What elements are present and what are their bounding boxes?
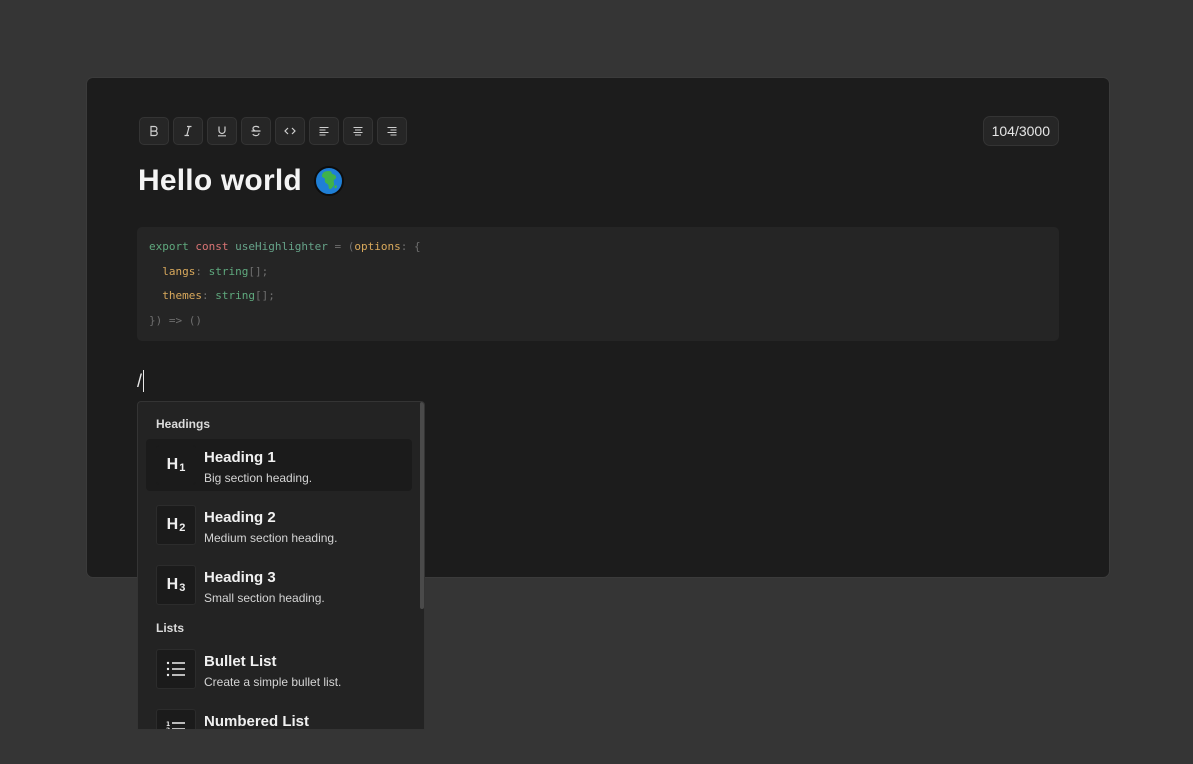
code-token-type: string	[208, 264, 249, 278]
italic-button[interactable]	[173, 117, 203, 145]
heading-3-icon: H3	[156, 565, 196, 605]
slash-command-menu[interactable]: Headings H1 Heading 1 Big section headin…	[137, 401, 425, 730]
code-token-property: langs	[162, 264, 196, 278]
svg-text:2: 2	[166, 727, 170, 730]
bullet-list-icon	[156, 649, 196, 689]
menu-item-title: Heading 3	[204, 569, 276, 586]
menu-item-description: Small section heading.	[204, 591, 325, 605]
strikethrough-button[interactable]	[241, 117, 271, 145]
code-token-punctuation: : {	[400, 240, 421, 253]
code-line: langs: string[];	[149, 264, 1047, 289]
underline-button[interactable]	[207, 117, 237, 145]
code-line: }) => ()	[149, 313, 1047, 338]
bold-button[interactable]	[139, 117, 169, 145]
menu-item-description: Big section heading.	[204, 471, 313, 485]
menu-group-headings: Headings	[156, 417, 211, 431]
code-button[interactable]	[275, 117, 305, 145]
menu-item-title: Heading 1	[204, 449, 276, 466]
title-text: Hello world	[138, 164, 302, 197]
menu-group-lists: Lists	[156, 621, 185, 635]
code-token-const: const	[195, 240, 229, 253]
code-token-function: useHighlighter	[235, 240, 328, 253]
heading-2-icon: H2	[156, 505, 196, 545]
strikethrough-icon	[251, 125, 261, 137]
text-caret	[143, 370, 145, 392]
code-line: export const useHighlighter = (options: …	[149, 239, 1047, 264]
italic-icon	[184, 125, 192, 137]
bold-icon	[150, 125, 158, 137]
code-token-property: themes	[162, 289, 202, 303]
code-icon	[284, 127, 296, 135]
menu-item-description: Create a simple bullet list.	[204, 675, 342, 689]
globe-africa-icon	[313, 166, 344, 196]
menu-item-numbered-list[interactable]: 12 Numbered List	[146, 703, 412, 730]
code-block[interactable]: export const useHighlighter = (options: …	[137, 227, 1059, 341]
align-left-button[interactable]	[309, 117, 339, 145]
align-center-icon	[353, 126, 363, 136]
menu-scrollbar[interactable]	[420, 402, 424, 609]
code-token-keyword: export	[149, 240, 189, 253]
code-line: themes: string[];	[149, 288, 1047, 313]
menu-item-heading-3[interactable]: H3 Heading 3 Small section heading.	[146, 559, 412, 611]
menu-item-heading-2[interactable]: H2 Heading 2 Medium section heading.	[146, 499, 412, 551]
code-token-property: options	[354, 240, 401, 253]
menu-item-title: Numbered List	[204, 713, 310, 730]
menu-item-description: Medium section heading.	[204, 531, 338, 545]
align-left-icon	[319, 126, 329, 136]
align-right-button[interactable]	[377, 117, 407, 145]
align-right-icon	[387, 126, 397, 136]
code-token-punctuation: :	[195, 264, 209, 278]
menu-item-title: Heading 2	[204, 509, 276, 526]
code-token-punctuation: :	[202, 289, 216, 303]
code-token-type: string	[215, 289, 255, 303]
document-title[interactable]: Hello world	[138, 164, 344, 198]
character-count: 104/3000	[982, 116, 1059, 146]
align-center-button[interactable]	[343, 117, 373, 145]
menu-item-bullet-list[interactable]: Bullet List Create a simple bullet list.	[146, 643, 412, 695]
heading-1-icon: H1	[156, 445, 196, 485]
code-token-punctuation: = (	[327, 240, 355, 253]
code-token-punctuation: [];	[255, 289, 275, 303]
menu-item-heading-1[interactable]: H1 Heading 1 Big section heading.	[146, 439, 412, 491]
code-token-punctuation: }) => ()	[149, 313, 202, 327]
code-token-punctuation: [];	[248, 264, 269, 278]
formatting-toolbar	[139, 117, 407, 145]
slash-command-input[interactable]: /	[137, 370, 145, 392]
underline-icon	[218, 126, 226, 137]
slash-text: /	[137, 370, 143, 391]
numbered-list-icon: 12	[156, 709, 196, 730]
menu-item-title: Bullet List	[204, 653, 277, 670]
